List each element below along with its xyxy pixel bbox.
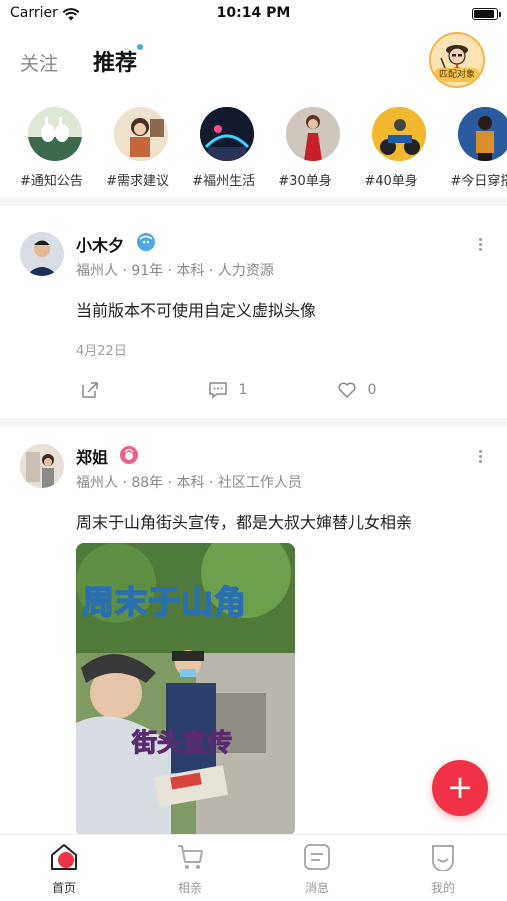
post-author-meta: 福州人 · 91年 · 本科 · 人力资源 bbox=[76, 263, 274, 279]
nav-messages-label: 消息 bbox=[304, 881, 329, 895]
like-count: 0 bbox=[367, 382, 377, 398]
topic-label: #通知公告 bbox=[20, 174, 83, 187]
nav-matchmaking-label: 相亲 bbox=[177, 881, 202, 895]
topic-list: #通知公告 #需求建议 #福州生活 #30单身 #40单身 #今日穿搭 #农 bbox=[20, 107, 507, 187]
share-button[interactable] bbox=[80, 380, 100, 404]
fashion-illustration-icon bbox=[458, 107, 507, 161]
nav-matchmaking[interactable]: 相亲 bbox=[150, 843, 230, 896]
create-post-button[interactable]: + bbox=[432, 760, 488, 816]
clock: 10:14 PM bbox=[216, 5, 291, 21]
topic-label: #40单身 bbox=[364, 174, 418, 187]
like-button[interactable]: 0 bbox=[337, 380, 376, 400]
post-date: 4月22日 bbox=[76, 344, 127, 359]
nav-home[interactable]: 首页 bbox=[24, 843, 104, 896]
battery-icon bbox=[472, 8, 501, 20]
post-card[interactable]: 小木夕 福州人 · 91年 · 本科 · 人力资源 当前版本不可使用自定义虚拟头… bbox=[0, 206, 507, 418]
topic-label: #福州生活 bbox=[192, 174, 256, 187]
motorcycle-illustration-icon bbox=[372, 107, 427, 161]
post-author-name[interactable]: 小木夕 bbox=[76, 232, 124, 256]
tab-follow[interactable]: 关注 bbox=[20, 49, 58, 76]
nav-profile-label: 我的 bbox=[430, 881, 455, 895]
match-partner-label: 匹配对象 bbox=[434, 68, 480, 82]
post-text: 当前版本不可使用自定义虚拟头像 bbox=[76, 301, 317, 320]
post-text: 周末于山角街头宣传，都是大叔大婶替儿女相亲 bbox=[76, 513, 413, 532]
cart-icon bbox=[178, 845, 203, 869]
tab-indicator-dot bbox=[137, 44, 143, 50]
bottom-tab-bar: 首页 相亲 消息 我的 bbox=[0, 834, 507, 901]
female-badge-icon bbox=[120, 446, 138, 464]
more-options-icon[interactable] bbox=[479, 236, 483, 253]
rabbits-illustration-icon bbox=[28, 107, 82, 161]
topic-item[interactable]: #今日穿搭 bbox=[450, 107, 507, 187]
top-header: 关注 推荐 匹配对象 bbox=[0, 32, 507, 88]
topic-label: #需求建议 bbox=[106, 174, 169, 187]
woman-red-dress-photo-icon bbox=[286, 107, 341, 161]
post-card[interactable]: 郑姐 福州人 · 88年 · 本科 · 社区工作人员 周末于山角街头宣传，都是大… bbox=[0, 426, 507, 836]
message-icon bbox=[304, 844, 330, 870]
nav-messages[interactable]: 消息 bbox=[277, 843, 357, 896]
image-caption-top: 周末于山角 bbox=[81, 582, 248, 622]
match-partner-button[interactable]: 匹配对象 bbox=[429, 32, 485, 88]
comment-icon bbox=[209, 382, 227, 399]
night-city-illustration-icon bbox=[200, 107, 255, 161]
topic-item[interactable]: #通知公告 bbox=[20, 107, 95, 187]
topic-item[interactable]: #30单身 bbox=[278, 107, 353, 187]
home-icon bbox=[51, 844, 77, 870]
heart-icon bbox=[338, 382, 356, 398]
topic-item[interactable]: #40单身 bbox=[364, 107, 439, 187]
nav-home-label: 首页 bbox=[51, 881, 76, 895]
share-icon bbox=[82, 382, 98, 398]
topic-label: #今日穿搭 bbox=[450, 174, 507, 187]
topic-item[interactable]: #需求建议 bbox=[106, 107, 181, 187]
nav-profile[interactable]: 我的 bbox=[403, 843, 483, 896]
topic-item[interactable]: #福州生活 bbox=[192, 107, 267, 187]
section-divider bbox=[0, 198, 507, 206]
more-options-icon[interactable] bbox=[479, 448, 483, 465]
comment-button[interactable]: 1 bbox=[208, 380, 247, 400]
tab-recommend[interactable]: 推荐 bbox=[93, 45, 137, 77]
post-author-name[interactable]: 郑姐 bbox=[76, 444, 108, 468]
topic-label: #30单身 bbox=[278, 174, 332, 187]
woman-illustration-icon bbox=[114, 107, 169, 161]
image-caption-mid: 街头宣传 bbox=[131, 728, 233, 758]
avatar[interactable] bbox=[20, 444, 64, 488]
post-image[interactable]: 周末于山角 街头宣传 bbox=[76, 543, 295, 836]
post-author-meta: 福州人 · 88年 · 本科 · 社区工作人员 bbox=[76, 475, 302, 491]
male-badge-icon bbox=[137, 233, 155, 251]
avatar[interactable] bbox=[20, 232, 64, 276]
comment-count: 1 bbox=[238, 382, 248, 398]
status-bar: Carrier 10:14 PM bbox=[0, 0, 507, 28]
section-divider bbox=[0, 418, 507, 426]
smile-face-icon bbox=[432, 845, 454, 872]
